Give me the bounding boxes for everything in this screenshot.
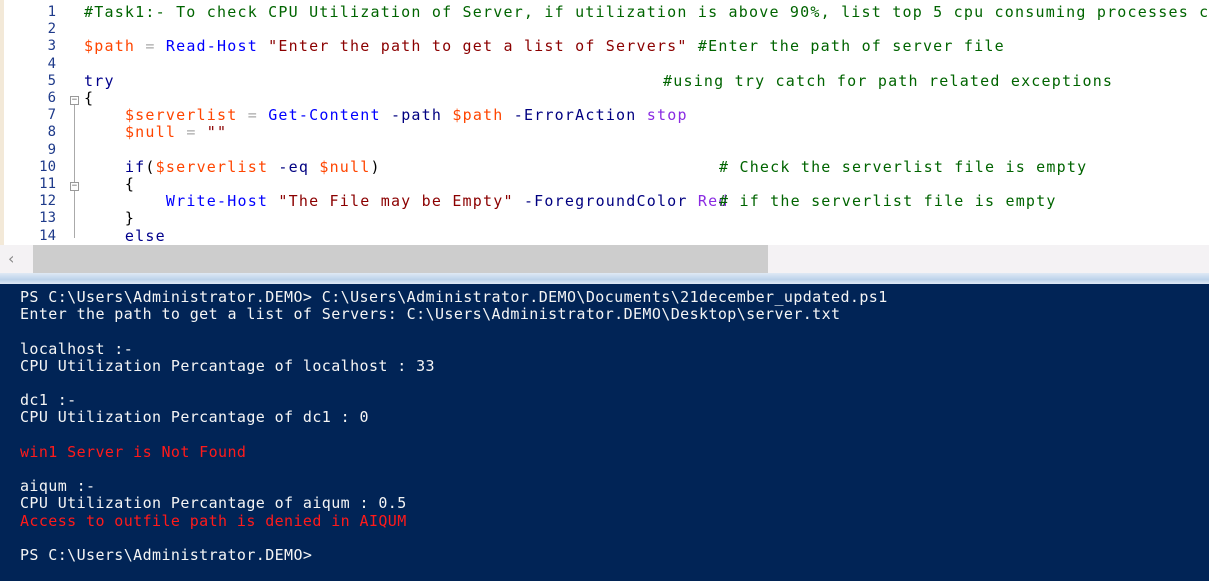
line-number: 12 (39, 193, 56, 210)
script-editor[interactable]: − − 1 #Task1:- To check CPU Utilization o… (0, 0, 1209, 245)
console-output-line: localhost :- (20, 339, 134, 358)
parameter-token: -ErrorAction (503, 106, 647, 125)
line-number: 1 (47, 4, 56, 20)
console-error-line: win1 Server is Not Found (20, 442, 247, 461)
code-line[interactable]: 4 (4, 56, 1209, 73)
code-line[interactable]: 12 Write-Host "The File may be Empty" -F… (4, 193, 1209, 210)
chevron-left-icon[interactable]: ‹ (8, 249, 14, 268)
line-number: 7 (47, 107, 56, 124)
line-number: 9 (47, 141, 56, 158)
console-pane[interactable]: PS C:\Users\Administrator.DEMO> C:\Users… (0, 284, 1209, 581)
line-number: 14 (39, 227, 56, 244)
console-output-line: CPU Utilization Percantage of dc1 : 0 (20, 408, 369, 427)
member-token: stop (646, 106, 688, 125)
line-number: 3 (47, 38, 56, 55)
line-number: 6 (47, 90, 56, 106)
console-output-line: dc1 :- (20, 391, 77, 410)
code-line[interactable]: 11 { (4, 176, 1209, 193)
code-line[interactable]: 14 else (4, 226, 1209, 245)
command-token: Write-Host (165, 192, 269, 211)
code-text: try (84, 71, 115, 90)
code-line[interactable]: 9 (4, 142, 1209, 159)
code-text: } (84, 210, 135, 227)
parameter-token: -ForegroundColor (513, 192, 698, 211)
code-text: if($serverlist -eq $null) (84, 157, 381, 176)
code-text: $serverlist = Get-Content -path $path -E… (84, 107, 688, 124)
operator-token: = (135, 37, 166, 56)
inline-comment: #using try catch for path related except… (663, 71, 1114, 90)
plain-token: } (84, 209, 136, 228)
plain-token: ( (145, 157, 156, 176)
keyword-token: else (84, 226, 166, 245)
variable-token: $serverlist (155, 157, 269, 176)
variable-token: $serverlist (124, 106, 238, 125)
code-line[interactable]: 3 $path = Read-Host "Enter the path to ge… (4, 38, 1209, 55)
code-text: else (84, 226, 166, 245)
keyword-token: if (124, 157, 146, 176)
code-line[interactable]: 10 if($serverlist -eq $null) # Check the … (4, 157, 1209, 176)
plain-token: { (84, 175, 136, 193)
code-line[interactable]: 13 } (4, 210, 1209, 227)
code-line[interactable]: 6{ (4, 90, 1209, 107)
console-output-line: PS C:\Users\Administrator.DEMO> (20, 546, 313, 564)
operator-token: = (237, 106, 269, 125)
inline-comment: # if the serverlist file is empty (719, 192, 1057, 211)
code-text: { (84, 90, 94, 107)
line-number: 10 (39, 158, 56, 175)
scrollbar-thumb[interactable] (33, 245, 768, 273)
code-line[interactable]: 8 $null = "" (4, 124, 1209, 141)
line-number: 2 (47, 21, 56, 38)
console-output-line: CPU Utilization Percantage of aiqum : 0.… (20, 494, 407, 513)
code-line[interactable]: 2 (4, 21, 1209, 38)
string-token: "Enter the path to get a list of Servers… (268, 37, 688, 56)
parameter-token: -eq (268, 157, 320, 176)
variable-token: $null (124, 123, 177, 142)
parameter-token: -path (380, 106, 453, 125)
comment-token: #Enter the path of server file (697, 37, 1005, 56)
variable-token: $path (452, 106, 504, 125)
pane-splitter[interactable] (0, 273, 1209, 284)
code-text: Write-Host "The File may be Empty" -Fore… (84, 193, 729, 210)
command-token: Get-Content (268, 106, 381, 125)
operator-token: = (176, 123, 207, 142)
console-output-line: aiqum :- (20, 477, 96, 496)
code-line[interactable]: 1 #Task1:- To check CPU Utilization of Se… (4, 4, 1209, 21)
string-token: "The File may be Empty" (278, 192, 514, 211)
comment-token: #Task1:- To check CPU Utilization of Ser… (84, 3, 1209, 21)
code-line[interactable]: 5 try #using try catch for path related ex… (4, 71, 1209, 90)
code-text: { (84, 176, 135, 193)
inline-comment: # Check the serverlist file is empty (719, 157, 1088, 176)
console-output-line: CPU Utilization Percantage of localhost … (20, 356, 435, 375)
code-text: $path = Read-Host "Enter the path to get… (84, 38, 1005, 55)
string-token: "" (206, 123, 228, 142)
code-text: $null = "" (84, 124, 227, 141)
code-line[interactable]: 7 $serverlist = Get-Content -path $path … (4, 107, 1209, 124)
keyword-token: try (84, 71, 115, 90)
code-text: #Task1:- To check CPU Utilization of Ser… (84, 4, 1209, 21)
plain-token: ) (370, 157, 381, 176)
horizontal-scrollbar[interactable]: ‹ (0, 245, 1209, 273)
variable-token: $path (84, 37, 136, 56)
line-number: 13 (39, 210, 56, 227)
console-output-line: PS C:\Users\Administrator.DEMO> C:\Users… (20, 288, 888, 306)
console-error-line: Access to outfile path is denied in AIQU… (20, 511, 407, 530)
variable-token: $null (319, 157, 371, 176)
plain-token: { (84, 89, 95, 107)
line-number: 8 (47, 124, 56, 141)
line-number: 5 (47, 72, 56, 89)
line-number: 11 (39, 176, 56, 192)
console-output-line: Enter the path to get a list of Servers:… (20, 305, 841, 324)
command-token: Read-Host (165, 37, 258, 56)
line-number: 4 (47, 55, 56, 72)
